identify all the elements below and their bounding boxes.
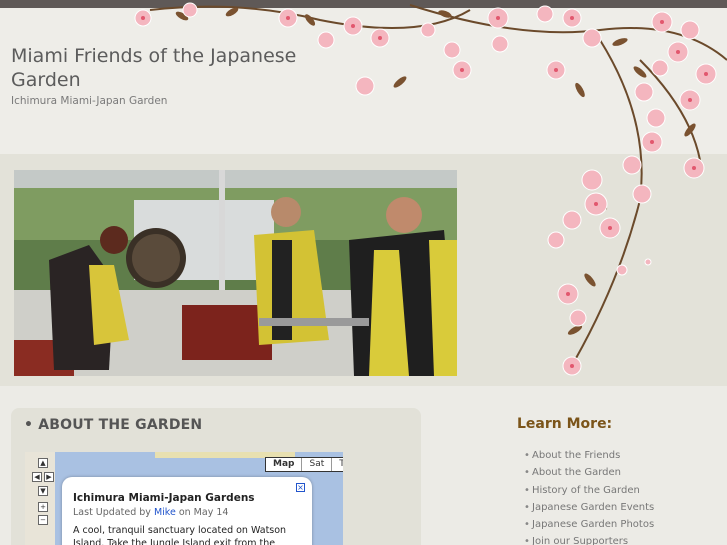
zoom-out-icon[interactable]: − [38,515,48,525]
sidebar-link-label[interactable]: About the Garden [532,467,621,478]
sidebar-link-label[interactable]: Japanese Garden Events [532,502,654,513]
site-title[interactable]: Miami Friends of the Japanese Garden [11,44,331,92]
meta-prefix: Last Updated by [73,507,151,518]
hero-photo-drawing [14,170,457,376]
pan-down-icon[interactable]: ▼ [38,486,48,496]
info-window-title: Ichimura Miami-Japan Gardens [73,492,255,504]
learn-more-list: • About the Friends • About the Garden • Hi… [524,447,654,545]
pan-right-icon[interactable]: ▶ [44,472,54,482]
map-type-satellite-button[interactable]: Sat [301,458,331,471]
map-type-switcher: Map Sat Ter [265,457,343,472]
zoom-in-icon[interactable]: + [38,502,48,512]
sidebar-link-label[interactable]: Join our Supporters [532,536,628,545]
hero-photo [14,170,457,376]
sidebar-link-supporters[interactable]: • Join our Supporters [524,533,654,545]
sidebar-link-label[interactable]: History of the Garden [532,485,640,496]
sidebar-link-about-friends[interactable]: • About the Friends [524,447,654,464]
about-heading: • ABOUT THE GARDEN [24,417,203,433]
info-window-meta: Last Updated by Mike on May 14 [73,507,228,518]
learn-more-heading: Learn More: [517,416,613,432]
pan-up-icon[interactable]: ▲ [38,458,48,468]
top-bar [0,0,727,8]
close-icon[interactable]: × [296,483,305,492]
sidebar-link-events[interactable]: • Japanese Garden Events [524,499,654,516]
map-widget[interactable]: ▲ ◀ ▶ ▼ + − Map Sat Ter × Ichimura Miami… [25,452,343,545]
meta-suffix: on May 14 [178,507,229,518]
sidebar-link-history[interactable]: • History of the Garden [524,482,654,499]
site-tagline: Ichimura Miami-Japan Garden [11,95,168,107]
info-window-description: A cool, tranquil sanctuary located on Wa… [73,525,287,545]
pan-left-icon[interactable]: ◀ [32,472,42,482]
sidebar-link-photos[interactable]: • Japanese Garden Photos [524,516,654,533]
sidebar-link-about-garden[interactable]: • About the Garden [524,464,654,481]
author-link[interactable]: Mike [154,507,176,518]
map-type-terrain-button[interactable]: Ter [331,458,343,471]
sidebar-link-label[interactable]: Japanese Garden Photos [532,519,654,530]
sidebar-link-label[interactable]: About the Friends [532,450,620,461]
map-info-window: × Ichimura Miami-Japan Gardens Last Upda… [62,477,312,545]
map-type-map-button[interactable]: Map [266,458,301,471]
